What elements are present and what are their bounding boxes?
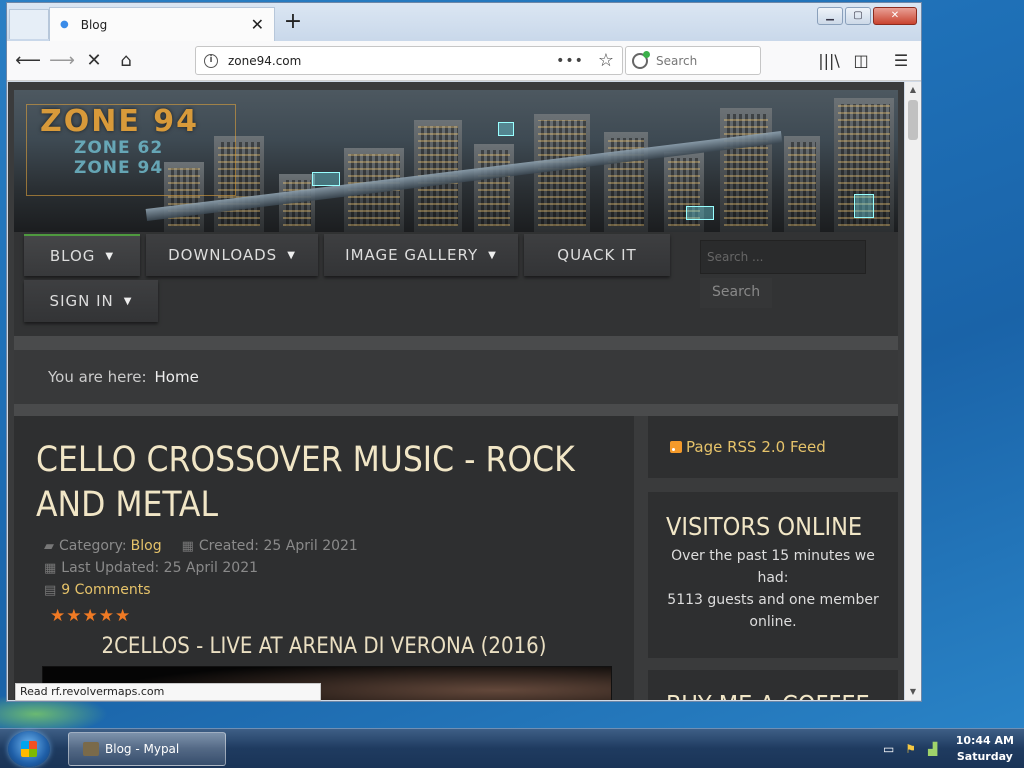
browser-window: ● Blog ✕ + ▁ ▢ ✕ ⟵ ⟶ ✕ ⌂ i zone94.com ••… [6, 2, 922, 702]
scrollbar-thumb[interactable] [908, 100, 918, 140]
search-engine-icon[interactable] [632, 50, 650, 69]
library-icon[interactable]: |||\ [817, 49, 841, 73]
site-logo[interactable]: ZONE 94 [40, 104, 199, 139]
new-tab-button[interactable]: + [281, 11, 305, 35]
logo-subtitle: ZONE 62 ZONE 94 [74, 138, 164, 178]
caret-down-icon: ▼ [488, 249, 497, 261]
tab-strip-start [9, 9, 49, 39]
article-comments: ▤ 9 Comments [44, 582, 155, 598]
rating-stars[interactable]: ★★★★★ [50, 606, 131, 626]
category-link[interactable]: Blog [131, 538, 162, 554]
status-bar: Read rf.revolvermaps.com [15, 683, 321, 701]
minimize-button[interactable]: ▁ [817, 7, 843, 25]
breadcrumb-home-link[interactable]: Home [155, 368, 199, 386]
search-placeholder: Search [656, 53, 698, 68]
keyboard-icon[interactable]: ▭ [882, 742, 896, 756]
window-controls: ▁ ▢ ✕ [817, 7, 917, 25]
rss-box: Page RSS 2.0 Feed [648, 416, 898, 478]
article-updated: ▦ Last Updated: 25 April 2021 [44, 560, 259, 576]
browser-app-icon [83, 742, 99, 756]
caret-down-icon: ▼ [123, 295, 133, 307]
visitors-title: VISITORS ONLINE [666, 512, 863, 541]
taskbar: Blog - Mypal ▭ ⚑ ▟ 10:44 AM Saturday [0, 728, 1024, 768]
menu-item-downloads[interactable]: DOWNLOADS ▼ [146, 234, 318, 276]
stop-loading-icon[interactable]: ✕ [81, 49, 107, 73]
article-subtitle: 2CELLOS - LIVE AT ARENA DI VERONA (2016) [101, 634, 547, 659]
browser-search-field[interactable]: Search [625, 46, 761, 75]
calendar-icon: ▦ [181, 538, 194, 554]
vertical-scrollbar[interactable]: ▲ ▼ [905, 82, 921, 700]
address-bar[interactable]: i zone94.com ••• ☆ [195, 46, 623, 75]
clock[interactable]: 10:44 AM Saturday [948, 733, 1014, 765]
comment-icon: ▤ [44, 582, 57, 598]
visitors-online-module: VISITORS ONLINE Over the past 15 minutes… [648, 492, 898, 658]
scroll-down-arrow-icon[interactable]: ▼ [905, 684, 921, 700]
calendar-icon: ▦ [44, 560, 57, 576]
home-icon[interactable]: ⌂ [113, 49, 139, 73]
caret-down-icon: ▼ [105, 250, 115, 262]
divider [14, 336, 898, 350]
visitors-text: Over the past 15 minutes we had: 5113 gu… [667, 548, 879, 630]
close-window-button[interactable]: ✕ [873, 7, 917, 25]
forward-arrow-icon[interactable]: ⟶ [49, 49, 75, 73]
article: CELLO CROSSOVER MUSIC - ROCK AND METAL ▰… [14, 416, 634, 700]
page-viewport: ZONE 94 ZONE 62 ZONE 94 BLOG ▼ DOWNLOADS ▼… [8, 82, 904, 700]
site-search-button[interactable]: Search [700, 278, 772, 308]
created-date: Created: 25 April 2021 [198, 538, 358, 554]
bookmark-star-icon[interactable]: ☆ [598, 50, 614, 71]
navigation-toolbar: ⟵ ⟶ ✕ ⌂ i zone94.com ••• ☆ Search |||\ ◫… [7, 41, 921, 81]
taskbar-item-browser[interactable]: Blog - Mypal [68, 732, 226, 766]
page-actions-icon[interactable]: ••• [556, 53, 584, 69]
network-icon[interactable]: ▟ [926, 742, 940, 756]
close-tab-icon[interactable]: ✕ [251, 15, 264, 34]
system-tray: ▭ ⚑ ▟ 10:44 AM Saturday [882, 731, 1014, 767]
tab-blog[interactable]: ● Blog ✕ [49, 7, 275, 41]
breadcrumb-prefix: You are here: [48, 368, 147, 386]
tab-bar: ● Blog ✕ + ▁ ▢ ✕ [7, 3, 921, 41]
menu-item-blog[interactable]: BLOG ▼ [24, 234, 140, 276]
caret-down-icon: ▼ [287, 249, 296, 261]
site-info-icon[interactable]: i [204, 53, 218, 68]
site-banner: ZONE 94 ZONE 62 ZONE 94 [14, 90, 898, 232]
menu-item-quack-it[interactable]: QUACK IT [524, 234, 670, 276]
start-button[interactable] [8, 731, 50, 767]
menu-item-image-gallery[interactable]: IMAGE GALLERY ▼ [324, 234, 518, 276]
folder-icon: ▰ [44, 538, 54, 554]
scroll-up-arrow-icon[interactable]: ▲ [905, 82, 921, 98]
article-category: ▰ Category: Blog ▦ Created: 25 April 202… [44, 538, 358, 554]
loading-dot-icon: ● [60, 19, 69, 30]
breadcrumb: You are here: Home [14, 350, 898, 404]
rss-feed-link[interactable]: Page RSS 2.0 Feed [648, 416, 898, 478]
coffee-module: BUY ME A COFFEE [648, 670, 898, 700]
site-search-input[interactable]: Search ... [700, 240, 866, 274]
tab-title: Blog [80, 17, 108, 32]
divider [14, 404, 898, 416]
sidebar-toggle-icon[interactable]: ◫ [849, 49, 873, 73]
rss-icon [670, 441, 682, 453]
article-title[interactable]: CELLO CROSSOVER MUSIC - ROCK AND METAL [36, 438, 596, 528]
menu-item-sign-in[interactable]: SIGN IN ▼ [24, 280, 158, 322]
url-text[interactable]: zone94.com [228, 54, 556, 68]
hamburger-menu-icon[interactable]: ☰ [889, 49, 913, 73]
main-menu: BLOG ▼ DOWNLOADS ▼ IMAGE GALLERY ▼ QUACK IT… [14, 232, 898, 336]
coffee-title: BUY ME A COFFEE [648, 670, 898, 700]
back-arrow-icon[interactable]: ⟵ [15, 49, 41, 73]
action-center-flag-icon[interactable]: ⚑ [904, 742, 918, 756]
comments-link[interactable]: 9 Comments [61, 582, 150, 598]
maximize-button[interactable]: ▢ [845, 7, 871, 25]
